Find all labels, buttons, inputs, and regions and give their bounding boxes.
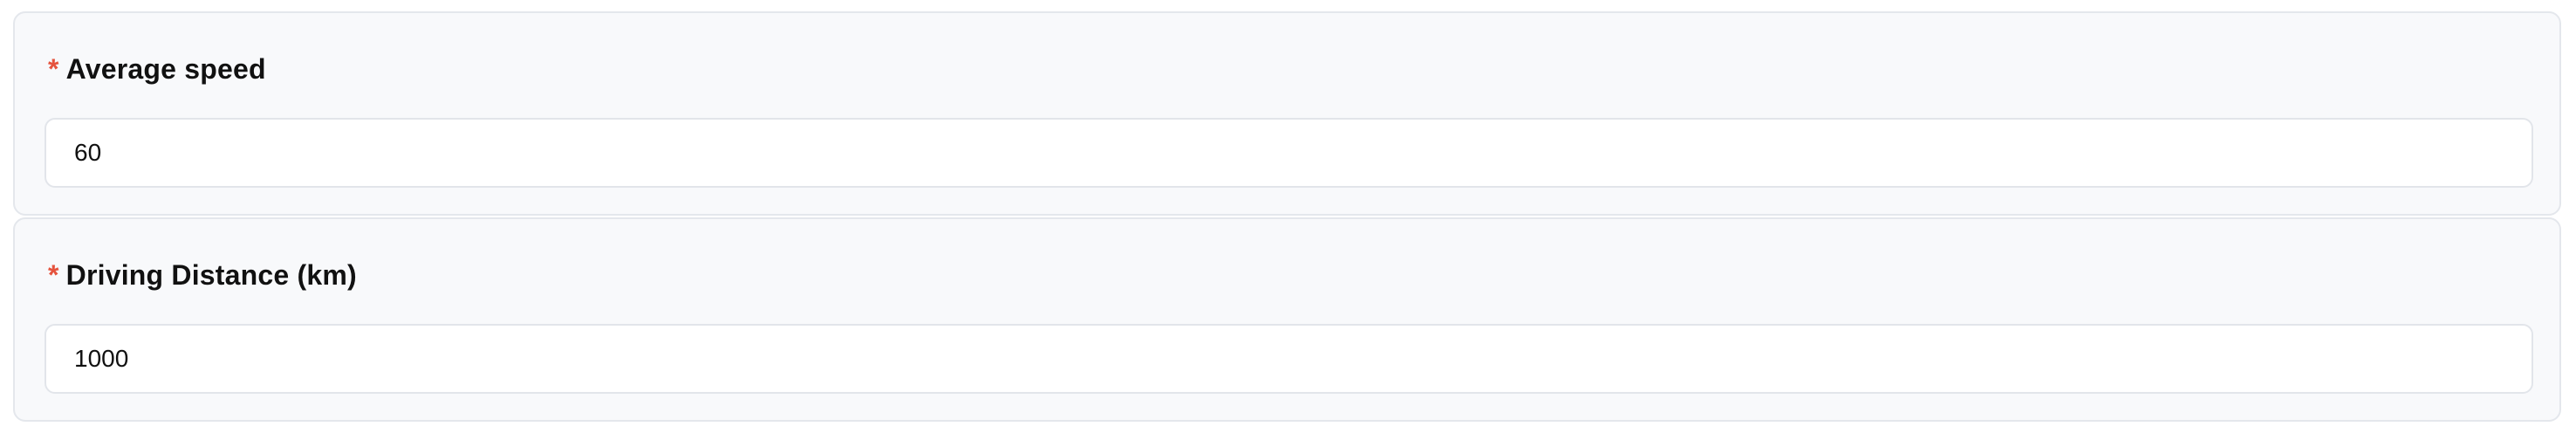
average-speed-field: * Average speed [13, 11, 2561, 216]
average-speed-label: * Average speed [48, 41, 266, 97]
driving-distance-label: * Driving Distance (km) [48, 247, 357, 303]
average-speed-label-text: Average speed [65, 52, 266, 85]
form-container: * Average speed * Driving Distance (km) [0, 0, 2576, 440]
required-asterisk: * [48, 258, 59, 291]
driving-distance-label-text: Driving Distance (km) [65, 258, 357, 291]
average-speed-input[interactable] [45, 118, 2533, 188]
required-asterisk: * [48, 52, 59, 85]
driving-distance-field: * Driving Distance (km) [13, 217, 2561, 422]
driving-distance-input[interactable] [45, 324, 2533, 394]
